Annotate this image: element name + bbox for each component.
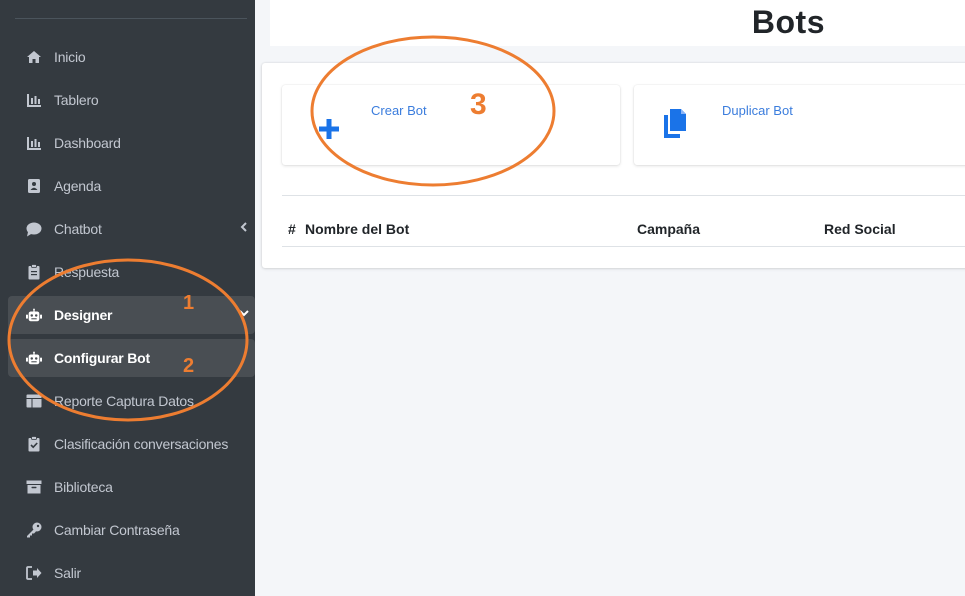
sidebar-item-clasificacion-conversaciones[interactable]: Clasificación conversaciones — [8, 425, 255, 463]
bar-chart-icon — [26, 135, 42, 151]
table-icon — [26, 393, 42, 409]
sidebar: Inicio Tablero Dashboard Agenda Chatbot … — [0, 0, 255, 596]
sidebar-item-dashboard[interactable]: Dashboard — [8, 124, 255, 162]
key-icon — [26, 522, 42, 538]
sidebar-item-designer[interactable]: Designer — [8, 296, 255, 334]
copy-icon — [664, 109, 686, 138]
duplicar-bot-label: Duplicar Bot — [722, 103, 793, 118]
archive-icon — [26, 479, 42, 495]
sidebar-item-label: Biblioteca — [54, 479, 113, 495]
column-header-red-social[interactable]: Red Social — [824, 221, 896, 237]
sidebar-item-salir[interactable]: Salir — [8, 554, 255, 592]
sidebar-item-reporte-captura-datos[interactable]: Reporte Captura Datos — [8, 382, 255, 420]
sidebar-item-label: Cambiar Contraseña — [54, 522, 180, 538]
sidebar-item-label: Configurar Bot — [54, 350, 150, 366]
sidebar-item-biblioteca[interactable]: Biblioteca — [8, 468, 255, 506]
bots-card: Crear Bot Duplicar Bot # Nombre del Bot … — [262, 63, 965, 268]
sidebar-item-label: Inicio — [54, 49, 86, 65]
crear-bot-button[interactable]: Crear Bot — [282, 85, 620, 165]
chevron-left-icon[interactable] — [239, 222, 249, 232]
plus-icon — [319, 119, 339, 139]
sidebar-item-label: Salir — [54, 565, 82, 581]
page-title: Bots — [751, 4, 825, 40]
home-icon — [26, 49, 42, 65]
robot-icon — [26, 350, 42, 366]
address-book-icon — [26, 178, 42, 194]
robot-icon — [26, 307, 42, 323]
column-header-index[interactable]: # — [288, 221, 296, 237]
sidebar-item-chatbot[interactable]: Chatbot — [8, 210, 255, 248]
sidebar-item-cambiar-contrasena[interactable]: Cambiar Contraseña — [8, 511, 255, 549]
table-divider — [282, 195, 965, 196]
annotation-marker-3: 3 — [470, 88, 487, 121]
chevron-down-icon[interactable] — [239, 308, 249, 318]
sign-out-icon — [26, 565, 42, 581]
crear-bot-label: Crear Bot — [371, 103, 427, 118]
clipboard-icon — [26, 264, 42, 280]
chat-bubble-icon — [26, 221, 42, 237]
sidebar-item-label: Agenda — [54, 178, 102, 194]
sidebar-item-respuesta[interactable]: Respuesta — [8, 253, 255, 291]
annotation-marker-1: 1 — [183, 292, 195, 314]
sidebar-item-label: Respuesta — [54, 264, 120, 280]
sidebar-item-label: Reporte Captura Datos — [54, 393, 194, 409]
bar-chart-icon — [26, 92, 42, 108]
sidebar-item-label: Clasificación conversaciones — [54, 436, 229, 452]
sidebar-divider — [15, 18, 247, 19]
column-header-campana[interactable]: Campaña — [637, 221, 700, 237]
sidebar-item-label: Tablero — [54, 92, 99, 108]
clipboard-check-icon — [26, 436, 42, 452]
sidebar-item-label: Designer — [54, 307, 113, 323]
sidebar-item-label: Dashboard — [54, 135, 121, 151]
table-header-border — [282, 246, 965, 247]
sidebar-item-configurar-bot[interactable]: Configurar Bot — [8, 339, 255, 377]
column-header-nombre[interactable]: Nombre del Bot — [305, 221, 409, 237]
annotation-marker-2: 2 — [183, 355, 195, 377]
sidebar-item-agenda[interactable]: Agenda — [8, 167, 255, 205]
sidebar-item-label: Chatbot — [54, 221, 102, 237]
sidebar-item-inicio[interactable]: Inicio — [8, 38, 255, 76]
sidebar-item-tablero[interactable]: Tablero — [8, 81, 255, 119]
duplicar-bot-button[interactable]: Duplicar Bot — [634, 85, 965, 165]
content-header: Bots — [270, 0, 965, 46]
